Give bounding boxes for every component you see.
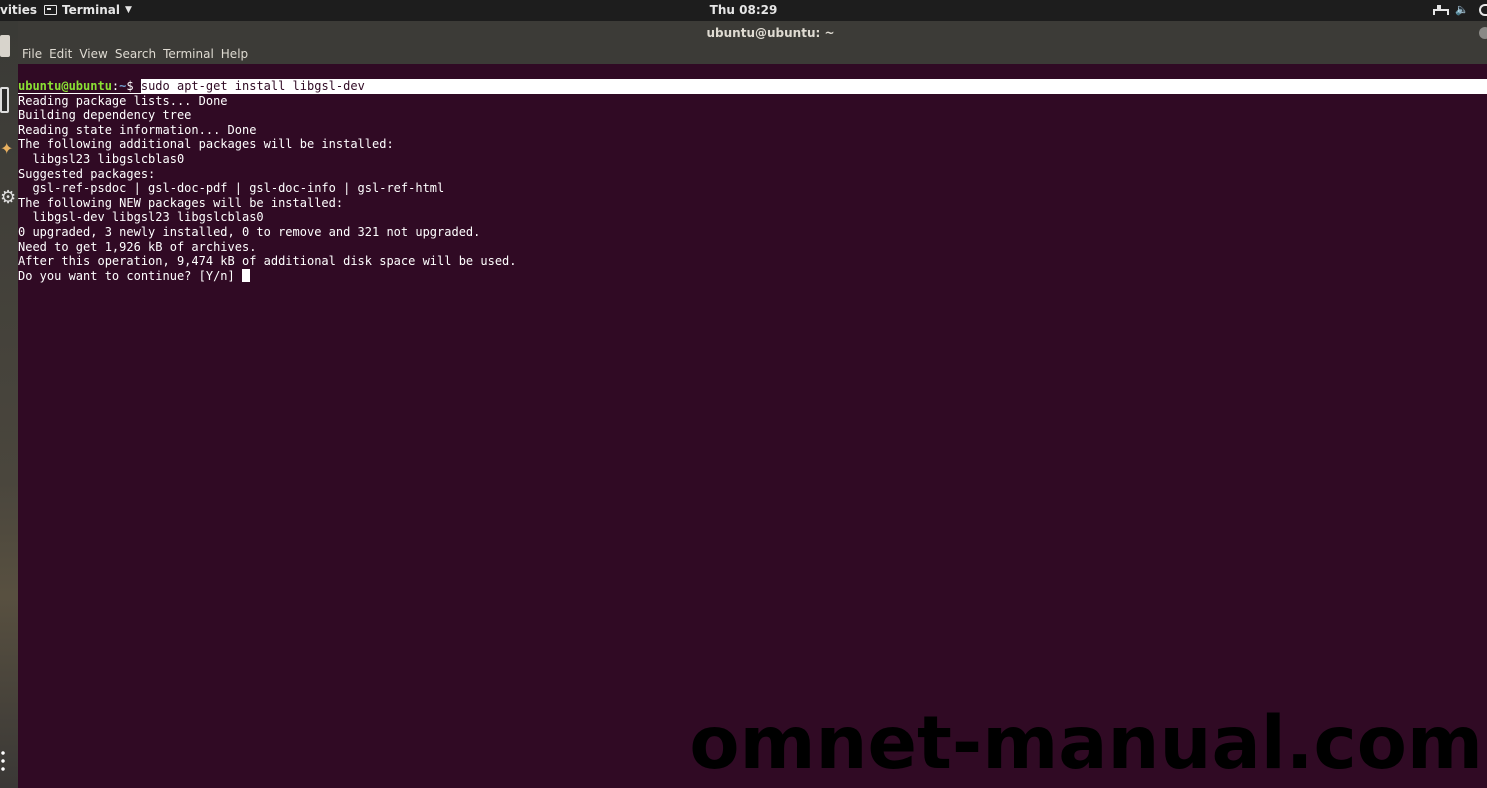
terminal-dock-icon[interactable]	[0, 87, 9, 113]
prompt-symbol: $	[126, 79, 141, 93]
window-title: ubuntu@ubuntu: ~	[706, 26, 835, 40]
output-line: After this operation, 9,474 kB of additi…	[18, 254, 517, 269]
app-menu-label: Terminal	[62, 3, 121, 17]
command-text: sudo apt-get install libgsl-dev	[140, 79, 365, 93]
app-menu-button[interactable]: Terminal ▼	[44, 3, 132, 17]
output-line: The following additional packages will b…	[18, 137, 394, 152]
continue-prompt-line: Do you want to continue? [Y/n]	[18, 268, 1487, 284]
window-close-icon[interactable]	[1479, 27, 1487, 39]
output-line: Suggested packages:	[18, 166, 156, 181]
dock: ✦ ⚙	[0, 21, 18, 788]
menu-terminal[interactable]: Terminal	[163, 47, 214, 61]
output-line: Reading package lists... Done	[18, 93, 228, 108]
network-icon[interactable]	[1433, 4, 1450, 15]
output-line: 0 upgraded, 3 newly installed, 0 to remo…	[18, 224, 481, 239]
show-applications-icon[interactable]	[0, 749, 6, 773]
prompt-user: ubuntu@ubuntu	[18, 79, 112, 93]
menu-view[interactable]: View	[79, 47, 107, 61]
output-line: gsl-ref-psdoc | gsl-doc-pdf | gsl-doc-in…	[18, 181, 445, 196]
files-icon[interactable]	[0, 35, 10, 57]
menu-bar: File Edit View Search Terminal Help	[18, 44, 1487, 64]
clock[interactable]: Thu 08:29	[0, 3, 1487, 17]
menu-file[interactable]: File	[22, 47, 42, 61]
activities-button[interactable]: vities	[0, 3, 37, 17]
output-line: Building dependency tree	[18, 108, 192, 123]
caret-down-icon: ▼	[125, 5, 132, 15]
system-tray[interactable]: 🔈	[1433, 3, 1487, 16]
terminal-icon	[44, 5, 57, 15]
output-line: libgsl-dev libgsl23 libgslcblas0	[18, 210, 264, 225]
menu-help[interactable]: Help	[221, 47, 248, 61]
text-cursor	[241, 268, 250, 282]
output-line: The following NEW packages will be insta…	[18, 195, 344, 210]
tools-icon[interactable]: ⚙	[0, 187, 16, 209]
power-icon[interactable]	[1479, 3, 1487, 16]
menu-search[interactable]: Search	[115, 47, 156, 61]
output-line: libgsl23 libgslcblas0	[18, 151, 185, 166]
window-titlebar[interactable]: ubuntu@ubuntu: ~	[18, 21, 1487, 44]
volume-icon[interactable]: 🔈	[1455, 3, 1469, 16]
settings-icon[interactable]: ✦	[0, 141, 13, 157]
top-bar: vities Terminal ▼ Thu 08:29 🔈	[0, 0, 1487, 21]
output-line: Need to get 1,926 kB of archives.	[18, 239, 257, 254]
terminal-output[interactable]: ubuntu@ubuntu:~$ sudo apt-get install li…	[18, 64, 1487, 788]
prompt-line: ubuntu@ubuntu:~$ sudo apt-get install li…	[18, 79, 1487, 94]
menu-edit[interactable]: Edit	[49, 47, 72, 61]
output-line: Reading state information... Done	[18, 122, 257, 137]
continue-prompt: Do you want to continue? [Y/n]	[18, 268, 242, 283]
watermark: omnet-manual.com	[689, 701, 1483, 786]
